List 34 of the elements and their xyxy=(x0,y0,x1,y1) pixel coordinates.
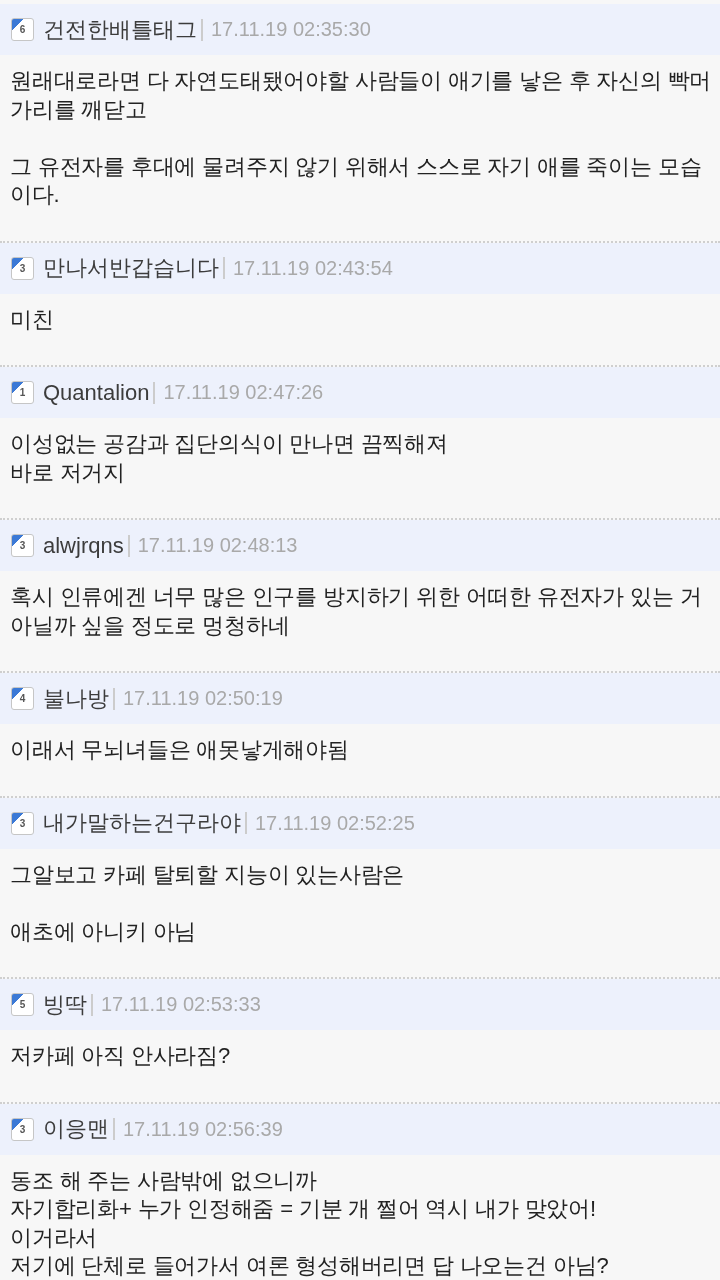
comment-text: 미친 xyxy=(10,305,54,334)
comment-text: 원래대로라면 다 자연도태됐어야할 사람들이 애기를 낳은 후 자신의 빡머 가리를 깨닫고 xyxy=(10,67,712,124)
timestamp: 17.11.19 02:48:13 xyxy=(137,534,298,557)
author-name: alwjrqns xyxy=(43,532,124,559)
rank-badge: 1 xyxy=(11,381,34,404)
author-name: 빙딱 xyxy=(43,990,87,1019)
rank-badge: 3 xyxy=(11,1117,34,1141)
timestamp: 17.11.19 02:53:33 xyxy=(101,993,261,1016)
rank-badge: 4 xyxy=(11,687,34,710)
comment-text: 혹시 인류에겐 너무 많은 인구를 방지하기 위한 어떠한 유전자가 있는 거 아닐까 싶을 정도로 멍청하네 xyxy=(10,583,702,640)
rank-badge: 3 xyxy=(11,811,34,835)
comment-text: 이성없는 공감과 집단의식이 만나면 끔찍해져 바로 저거지 xyxy=(10,430,448,487)
timestamp: 17.11.19 02:52:25 xyxy=(255,811,415,835)
comment-text: 애초에 아니키 아님 xyxy=(10,917,197,946)
author-name: 만나서반갑습니다 xyxy=(43,254,219,282)
timestamp: 17.11.19 02:50:19 xyxy=(123,687,283,710)
comment-text: 그 유전자를 후대에 물려주지 않기 위해서 스스로 자기 애를 죽이는 모습 이다. xyxy=(10,152,702,209)
author-name: 이응맨 xyxy=(43,1115,109,1143)
author-name: 불나방 xyxy=(43,684,109,713)
timestamp: 17.11.19 02:43:54 xyxy=(233,256,393,280)
author-name: 건전한배틀태그 xyxy=(43,15,197,44)
author-name: Quantalion xyxy=(43,379,150,406)
comment-text: 이래서 무뇌녀들은 애못낳게해야됨 xyxy=(10,736,349,764)
author-name: 내가말하는건구라야 xyxy=(43,809,241,837)
rank-badge: 3 xyxy=(11,534,34,557)
comment-text: 동조 해 주는 사람밖에 없으니까 자기합리화+ 누가 인정해줌 = 기분 개 쩔어 역시 내가 맞았어! 이거라서 저기에 단체로 들어가서 여론 형성해버리면 답 나오는건 아님? xyxy=(10,1166,609,1280)
rank-badge: 3 xyxy=(11,256,34,280)
rank-badge: 6 xyxy=(11,18,34,41)
timestamp: 17.11.19 02:35:30 xyxy=(211,18,371,41)
comment-text: 그알보고 카페 탈퇴할 지능이 있는사람은 xyxy=(10,860,405,889)
timestamp: 17.11.19 02:47:26 xyxy=(163,381,324,404)
timestamp: 17.11.19 02:56:39 xyxy=(123,1117,283,1141)
rank-badge: 5 xyxy=(11,993,34,1016)
comment-text: 저카페 아직 안사라짐? xyxy=(10,1042,231,1070)
